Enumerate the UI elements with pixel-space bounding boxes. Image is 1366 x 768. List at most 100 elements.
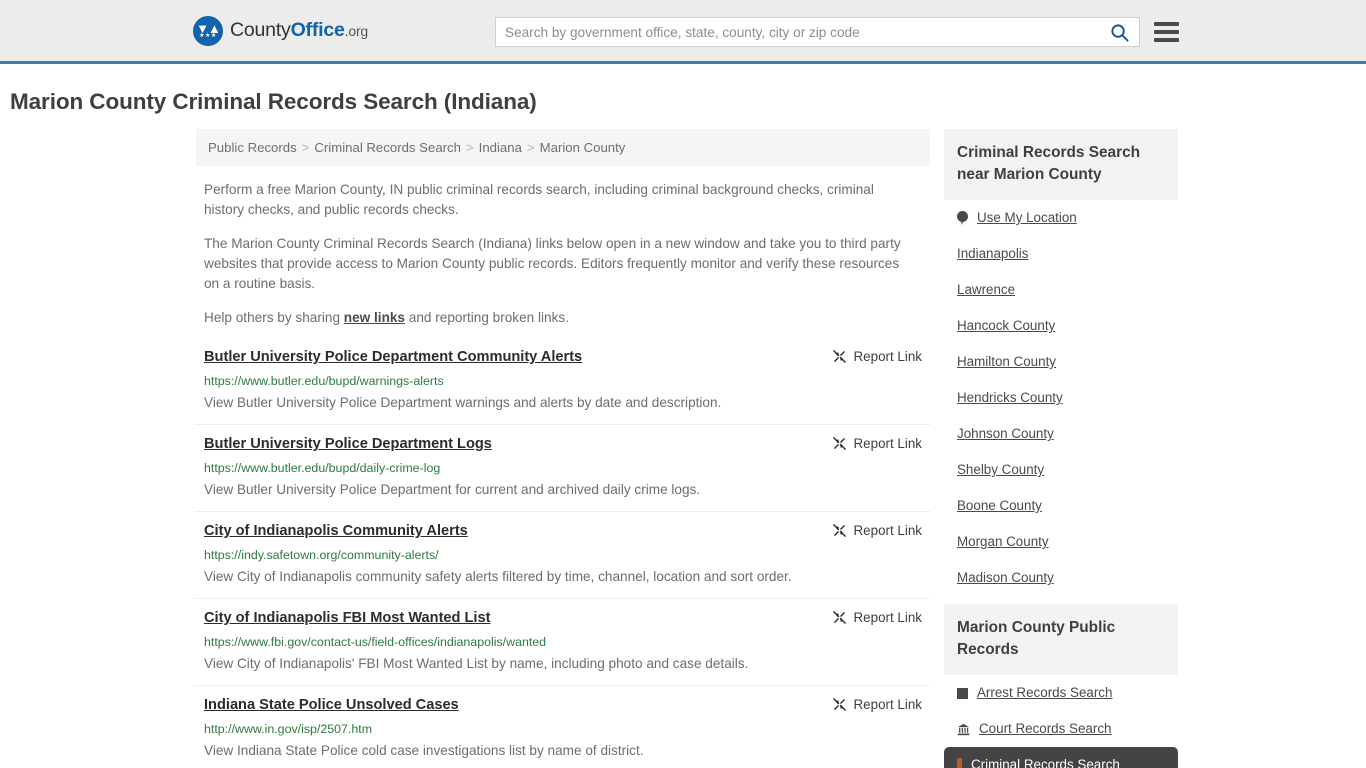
search-button[interactable] (1099, 18, 1139, 46)
sidebar-item-label: Hamilton County (957, 354, 1056, 369)
report-link-label: Report Link (853, 523, 922, 538)
list-item: Indianapolis (944, 236, 1178, 272)
breadcrumb-separator: > (465, 140, 474, 155)
entry-url: https://www.butler.edu/bupd/warnings-ale… (204, 374, 444, 388)
sidebar-item-label: Morgan County (957, 534, 1049, 549)
sidebar-item-arrest-records-search[interactable]: Arrest Records Search (944, 675, 1178, 711)
broken-link-icon (832, 350, 846, 363)
sidebar-item-label: Use My Location (977, 210, 1077, 225)
list-item: Johnson County (944, 416, 1178, 452)
sidebar-item-shelby-county[interactable]: Shelby County (944, 452, 1178, 488)
entry-header: Indiana State Police Unsolved Cases Repo… (204, 696, 930, 715)
broken-link-icon (832, 698, 846, 711)
sidebar-item-label: Arrest Records Search (977, 685, 1113, 700)
report-link-label: Report Link (853, 349, 922, 364)
report-link-button[interactable]: Report Link (832, 523, 922, 538)
site-logo[interactable]: ▼▲ ★★★ CountyOffice.org (193, 15, 368, 46)
main-column: Public Records > Criminal Records Search > I… (194, 129, 930, 768)
list-item: Hamilton County (944, 344, 1178, 380)
entry-header: Butler University Police Department Comm… (204, 348, 930, 367)
entry-description: View City of Indianapolis' FBI Most Want… (204, 656, 749, 671)
hamburger-menu-icon[interactable] (1154, 22, 1179, 42)
sidebar-item-court-records-search[interactable]: Court Records Search (944, 711, 1178, 747)
report-link-button[interactable]: Report Link (832, 610, 922, 625)
sidebar-item-label: Johnson County (957, 426, 1054, 441)
list-item: Arrest Records Search (944, 675, 1178, 711)
sidebar-item-use-my-location[interactable]: Use My Location (944, 200, 1178, 236)
entry-title-link[interactable]: Indiana State Police Unsolved Cases (204, 696, 459, 715)
sidebar-item-madison-county[interactable]: Madison County (944, 560, 1178, 596)
report-link-label: Report Link (853, 436, 922, 451)
report-link-button[interactable]: Report Link (832, 697, 922, 712)
header-search-area (495, 17, 1179, 47)
entry-description: View Butler University Police Department… (204, 395, 722, 410)
sidebar: Criminal Records Search near Marion Coun… (944, 129, 1178, 768)
logo-text-county: County (230, 19, 291, 41)
entry-description: View Indiana State Police cold case inve… (204, 743, 644, 758)
list-item: Hancock County (944, 308, 1178, 344)
sidebar-item-hendricks-county[interactable]: Hendricks County (944, 380, 1178, 416)
search-input[interactable] (496, 18, 1099, 46)
sidebar-item-label: Lawrence (957, 282, 1016, 297)
sidebar-item-label: Criminal Records Search (971, 757, 1120, 768)
intro-paragraph-2: The Marion County Criminal Records Searc… (204, 236, 901, 291)
sidebar-item-criminal-records-search[interactable]: Criminal Records Search (944, 747, 1178, 768)
exclamation-icon (957, 757, 962, 768)
entry-title-link[interactable]: Butler University Police Department Comm… (204, 348, 582, 367)
sidebar-item-label: Shelby County (957, 462, 1045, 477)
breadcrumb-item-2[interactable]: Indiana (479, 140, 522, 155)
nearby-search-list: Use My Location Indianapolis Lawrence Ha… (944, 200, 1178, 596)
breadcrumb-item-0[interactable]: Public Records (208, 140, 297, 155)
logo-text-office: Office (290, 19, 345, 41)
hamburger-bar-3 (1154, 38, 1179, 42)
sidebar-item-hamilton-county[interactable]: Hamilton County (944, 344, 1178, 380)
entry-header: Butler University Police Department Logs… (204, 435, 930, 454)
report-link-button[interactable]: Report Link (832, 436, 922, 451)
hamburger-bar-1 (1154, 22, 1179, 26)
public-records-panel: Marion County Public Records Arrest Reco… (944, 604, 1178, 768)
entry-header: City of Indianapolis Community Alerts Re… (204, 522, 930, 541)
entry-url: http://www.in.gov/isp/2507.htm (204, 722, 373, 736)
broken-link-icon (832, 611, 846, 624)
entry-title-link[interactable]: Butler University Police Department Logs (204, 435, 492, 454)
link-entries-list: Butler University Police Department Comm… (194, 344, 930, 768)
entry-header: City of Indianapolis FBI Most Wanted Lis… (204, 609, 930, 628)
nearby-search-panel: Criminal Records Search near Marion Coun… (944, 129, 1178, 596)
table-row: City of Indianapolis FBI Most Wanted Lis… (194, 598, 930, 685)
new-links-link[interactable]: new links (344, 310, 405, 325)
list-item: Lawrence (944, 272, 1178, 308)
sidebar-item-label: Hendricks County (957, 390, 1063, 405)
sidebar-item-morgan-county[interactable]: Morgan County (944, 524, 1178, 560)
intro-paragraph-1: Perform a free Marion County, IN public … (204, 182, 874, 217)
sidebar-item-label: Indianapolis (957, 246, 1029, 261)
list-item: Shelby County (944, 452, 1178, 488)
broken-link-icon (832, 437, 846, 450)
sidebar-item-johnson-county[interactable]: Johnson County (944, 416, 1178, 452)
breadcrumb: Public Records > Criminal Records Search > I… (196, 129, 930, 166)
report-link-button[interactable]: Report Link (832, 349, 922, 364)
entry-title-link[interactable]: City of Indianapolis FBI Most Wanted Lis… (204, 609, 490, 628)
content-container: Public Records > Criminal Records Search > I… (194, 129, 1178, 768)
entry-url: https://www.butler.edu/bupd/daily-crime-… (204, 461, 441, 475)
intro-paragraph-3: Help others by sharing new links and rep… (204, 308, 904, 328)
sidebar-item-indianapolis[interactable]: Indianapolis (944, 236, 1178, 272)
breadcrumb-separator: > (301, 140, 310, 155)
breadcrumb-item-3[interactable]: Marion County (540, 140, 626, 155)
table-row: Butler University Police Department Logs… (194, 424, 930, 511)
square-icon (957, 687, 968, 699)
intro-p3-before: Help others by sharing (204, 310, 344, 325)
breadcrumb-separator: > (526, 140, 535, 155)
logo-wordmark: CountyOffice.org (230, 19, 368, 42)
sidebar-item-boone-county[interactable]: Boone County (944, 488, 1178, 524)
sidebar-item-lawrence[interactable]: Lawrence (944, 272, 1178, 308)
breadcrumb-item-1[interactable]: Criminal Records Search (314, 140, 461, 155)
sidebar-item-hancock-county[interactable]: Hancock County (944, 308, 1178, 344)
search-box[interactable] (495, 17, 1140, 47)
page-body: Marion County Criminal Records Search (I… (0, 89, 1366, 768)
list-item: Court Records Search (944, 711, 1178, 747)
entry-url: https://www.fbi.gov/contact-us/field-off… (204, 635, 547, 649)
entry-description: View City of Indianapolis community safe… (204, 569, 792, 584)
sidebar-item-label: Hancock County (957, 318, 1056, 333)
entry-title-link[interactable]: City of Indianapolis Community Alerts (204, 522, 468, 541)
list-item: Madison County (944, 560, 1178, 596)
